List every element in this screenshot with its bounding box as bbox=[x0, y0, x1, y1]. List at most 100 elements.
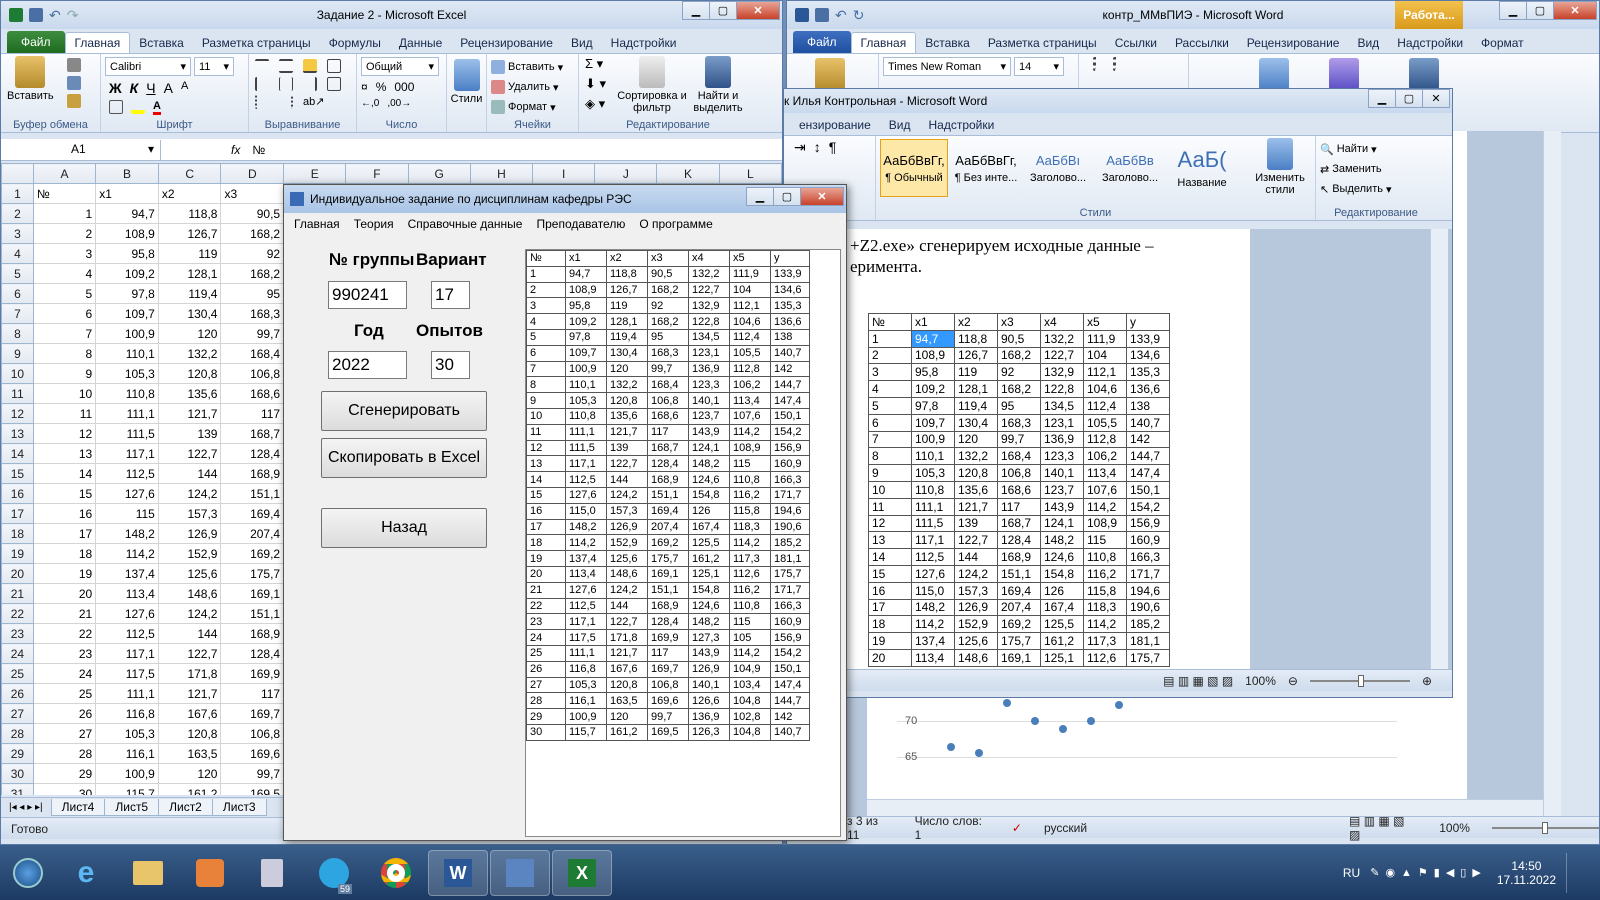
tab-ribbon[interactable]: Формулы bbox=[320, 33, 390, 53]
cell[interactable]: 107,6 bbox=[1083, 480, 1127, 499]
row-header[interactable]: 22 bbox=[1, 603, 34, 624]
cell[interactable]: 124,6 bbox=[688, 471, 730, 488]
cell[interactable]: 14 bbox=[526, 471, 566, 488]
row-header[interactable]: 30 bbox=[1, 763, 34, 784]
cell[interactable]: 108,9 bbox=[1083, 514, 1127, 533]
row-header[interactable]: 27 bbox=[1, 703, 34, 724]
sort-icon[interactable]: ↕ bbox=[814, 139, 821, 156]
cell[interactable]: 15 bbox=[32, 483, 97, 504]
cell[interactable]: 125,6 bbox=[157, 563, 222, 584]
cell[interactable]: 18 bbox=[868, 615, 912, 634]
cell[interactable]: 194,6 bbox=[770, 502, 810, 520]
cell[interactable]: 4 bbox=[32, 263, 97, 284]
row-header[interactable]: 7 bbox=[1, 303, 34, 324]
cell[interactable]: 148,6 bbox=[954, 648, 998, 667]
cell[interactable]: 111,9 bbox=[729, 265, 771, 283]
font-size-combo[interactable]: 14 ▾ bbox=[1014, 57, 1064, 76]
font-size-combo[interactable]: 11 ▾ bbox=[194, 57, 234, 76]
cell[interactable]: 90,5 bbox=[220, 203, 285, 224]
cell[interactable]: 185,2 bbox=[1126, 615, 1170, 634]
cell[interactable]: 95 bbox=[647, 328, 689, 346]
cell[interactable]: 5 bbox=[32, 283, 97, 304]
cell[interactable]: 110,8 bbox=[95, 383, 159, 404]
row-header[interactable]: 17 bbox=[1, 503, 34, 524]
cell[interactable]: 10 bbox=[32, 383, 97, 404]
format-painter-icon[interactable] bbox=[67, 94, 81, 108]
cell[interactable]: 135,6 bbox=[157, 383, 222, 404]
cell[interactable]: 112,1 bbox=[1083, 363, 1127, 382]
row-header[interactable]: 18 bbox=[1, 523, 34, 544]
row-header[interactable]: 8 bbox=[1, 323, 34, 344]
cell[interactable]: 122,7 bbox=[606, 613, 648, 631]
find-button[interactable]: 🔍 Найти ▾ bbox=[1320, 139, 1432, 159]
column-header[interactable]: C bbox=[157, 163, 222, 184]
cell[interactable]: 29 bbox=[526, 708, 566, 725]
row-header[interactable]: 4 bbox=[1, 243, 34, 264]
cell[interactable]: 132,2 bbox=[157, 343, 222, 364]
cell[interactable]: 25 bbox=[526, 644, 566, 662]
cell[interactable]: 140,7 bbox=[770, 344, 810, 362]
row-header[interactable]: 21 bbox=[1, 583, 34, 604]
menu-item[interactable]: Главная bbox=[294, 217, 340, 231]
cell[interactable]: 130,4 bbox=[954, 413, 998, 432]
cell[interactable]: 105,5 bbox=[729, 344, 771, 362]
zoom-slider[interactable] bbox=[1309, 674, 1410, 687]
taskbar-telegram[interactable]: 59 bbox=[304, 850, 364, 896]
cell[interactable]: 168,7 bbox=[997, 514, 1041, 533]
cell[interactable]: 99,7 bbox=[220, 323, 285, 344]
cell[interactable]: 136,6 bbox=[770, 313, 810, 330]
cell[interactable]: 148,2 bbox=[1040, 531, 1084, 550]
cell[interactable]: 109,7 bbox=[565, 344, 607, 362]
inner-tab[interactable]: ензирование bbox=[790, 115, 880, 135]
clear-icon[interactable]: ◈ ▾ bbox=[585, 96, 606, 112]
cell[interactable]: 120 bbox=[954, 430, 998, 449]
select-all-corner[interactable] bbox=[1, 163, 34, 184]
cell[interactable]: 104,6 bbox=[729, 313, 771, 330]
cell[interactable]: 7 bbox=[526, 360, 566, 378]
cell[interactable]: 116,8 bbox=[95, 703, 159, 724]
cell[interactable]: 108,9 bbox=[565, 281, 607, 299]
insert-cells-button[interactable]: Вставить ▾ bbox=[491, 57, 574, 77]
cell[interactable]: 14 bbox=[868, 548, 912, 566]
status-language[interactable]: русский bbox=[1044, 821, 1087, 835]
cell[interactable]: 92 bbox=[647, 297, 689, 315]
cell[interactable]: 148,2 bbox=[688, 613, 730, 631]
cell[interactable]: 108,9 bbox=[95, 223, 159, 244]
tab-ribbon[interactable]: Надстройки bbox=[602, 33, 686, 53]
cell[interactable]: 127,6 bbox=[565, 486, 607, 504]
cell[interactable]: 4 bbox=[526, 313, 566, 330]
column-header[interactable]: x1 bbox=[565, 250, 607, 267]
cell[interactable]: 168,9 bbox=[220, 623, 285, 644]
cell[interactable]: 105,3 bbox=[565, 676, 607, 694]
cell[interactable]: 17 bbox=[526, 518, 566, 536]
cell[interactable]: 124,2 bbox=[606, 581, 648, 599]
cell[interactable]: 22 bbox=[32, 623, 97, 644]
cell[interactable]: 23 bbox=[32, 643, 97, 664]
cell[interactable]: 120 bbox=[157, 323, 222, 344]
tab-ribbon[interactable]: Рассылки bbox=[1166, 33, 1238, 53]
fill-color-icon[interactable] bbox=[131, 100, 145, 114]
cell[interactable]: 169,1 bbox=[220, 583, 285, 604]
cell[interactable]: 124,1 bbox=[1040, 514, 1084, 533]
align-center-icon[interactable] bbox=[279, 77, 293, 91]
cell[interactable]: 143,9 bbox=[1040, 497, 1084, 516]
cell[interactable]: 126,7 bbox=[954, 346, 998, 365]
cell[interactable]: 90,5 bbox=[997, 329, 1041, 348]
cell[interactable]: 169,6 bbox=[220, 743, 285, 764]
cell[interactable]: 21 bbox=[526, 581, 566, 599]
maximize-button[interactable]: ▢ bbox=[709, 1, 737, 20]
row-header[interactable]: 5 bbox=[1, 263, 34, 284]
cell[interactable]: 29 bbox=[32, 763, 97, 784]
cell[interactable]: 114,2 bbox=[911, 615, 955, 634]
cell[interactable]: 169,1 bbox=[997, 648, 1041, 667]
cell[interactable]: 168,4 bbox=[647, 376, 689, 394]
cell[interactable]: 132,2 bbox=[1040, 329, 1084, 348]
cell[interactable]: 118,3 bbox=[729, 518, 771, 536]
cell[interactable]: 167,6 bbox=[606, 660, 648, 678]
cell[interactable]: 104,9 bbox=[729, 660, 771, 678]
copy-icon[interactable] bbox=[67, 76, 81, 90]
cell[interactable]: 22 bbox=[526, 597, 566, 615]
cell[interactable]: 144,7 bbox=[770, 376, 810, 394]
replace-button[interactable]: ⇄ Заменить bbox=[1320, 159, 1432, 179]
cell[interactable]: 166,3 bbox=[770, 471, 810, 488]
